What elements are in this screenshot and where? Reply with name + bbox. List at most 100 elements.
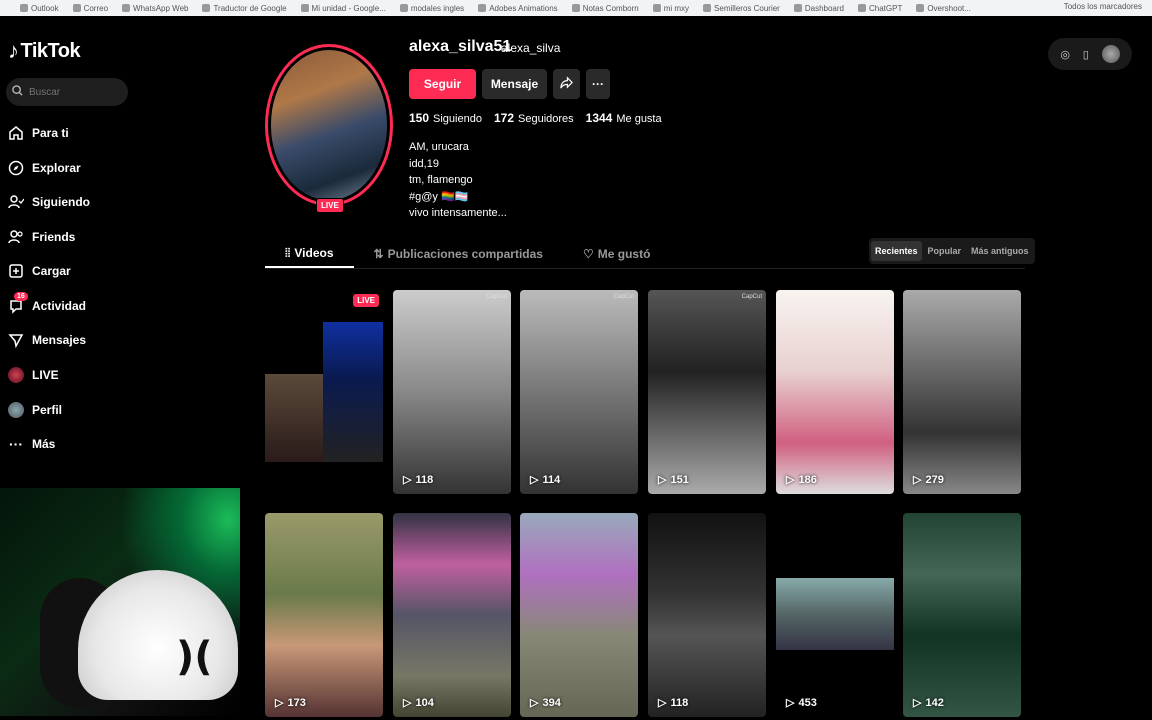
sidebar-item-live[interactable]: LIVE (8, 364, 59, 386)
capcut-watermark: CapCut (613, 294, 634, 300)
capcut-watermark: CapCut (741, 294, 762, 300)
sidebar-item-mas[interactable]: ··· Más (8, 433, 55, 455)
play-icon: ▷ (786, 697, 795, 709)
bookmark-item[interactable]: Outlook (20, 4, 59, 13)
video-card[interactable]: ▷ 142 (903, 513, 1021, 717)
following-icon (8, 194, 24, 210)
video-card[interactable]: CapCut ▷ 151 (648, 290, 766, 494)
friends-icon (8, 229, 24, 245)
tiktok-note-icon: ♪ (8, 38, 19, 63)
follow-button[interactable]: Seguir (409, 69, 476, 99)
profile-stats: 150 Siguiendo 172 Seguidores 1344 Me gusta (409, 111, 662, 125)
share-button[interactable] (553, 69, 580, 99)
sidebar-item-siguiendo[interactable]: Siguiendo (8, 191, 90, 213)
play-icon: ▷ (786, 474, 795, 486)
view-count: ▷ 151 (658, 473, 689, 487)
home-icon (8, 125, 24, 141)
tab-videos[interactable]: ⦙⦙ Videos (265, 240, 354, 268)
video-card[interactable]: ▷ 453 (776, 513, 894, 717)
likes-stat: 1344 Me gusta (585, 111, 662, 125)
bookmark-item[interactable]: WhatsApp Web (122, 4, 188, 13)
bio-line: AM, urucara (409, 141, 469, 153)
search-input[interactable] (29, 86, 119, 98)
profile-avatar-icon (8, 402, 24, 418)
bookmark-item[interactable]: Notas Comborn (571, 4, 639, 13)
view-count: ▷ 142 (913, 696, 944, 710)
video-card[interactable]: CapCut ▷ 114 (520, 290, 638, 494)
play-icon: ▷ (658, 697, 667, 709)
phone-icon[interactable]: ▯ (1083, 48, 1089, 61)
sidebar-item-friends[interactable]: Friends (8, 226, 75, 248)
video-card[interactable]: ▷ 186 (776, 290, 894, 494)
tabs-divider (265, 268, 1025, 269)
video-card[interactable]: CapCut ▷ 118 (393, 290, 511, 494)
bookmark-item[interactable]: mi mxy (652, 4, 689, 13)
sidebar-item-para-ti[interactable]: Para ti (8, 122, 69, 144)
play-icon: ▷ (403, 474, 412, 486)
play-icon: ▷ (275, 697, 284, 709)
view-count: ▷ 394 (530, 696, 561, 710)
video-card[interactable]: ▷ 279 (903, 290, 1021, 494)
bookmark-item[interactable]: modales ingles (399, 4, 464, 13)
bookmark-item[interactable]: Correo (72, 4, 108, 13)
video-card[interactable]: ▷ 104 (393, 513, 511, 717)
tab-reposts[interactable]: ⇅ Publicaciones compartidas (354, 240, 563, 268)
view-count: ▷ 118 (403, 473, 434, 487)
bookmark-item[interactable]: Adobes Animations (478, 4, 558, 13)
messages-icon (8, 332, 24, 348)
live-badge[interactable]: LIVE (316, 198, 344, 213)
play-icon: ▷ (403, 697, 412, 709)
bookmark-item[interactable]: Traductor de Google (202, 4, 287, 13)
sort-control: Recientes Popular Más antiguos (869, 238, 1035, 264)
video-card-live[interactable]: LIVE (265, 290, 383, 494)
bookmark-item[interactable]: Semilleros Courier (703, 4, 780, 13)
search-box[interactable] (6, 78, 128, 106)
tab-liked[interactable]: ♡ Me gustó (563, 240, 670, 268)
video-card[interactable]: ▷ 118 (648, 513, 766, 717)
followers-stat[interactable]: 172 Seguidores (494, 111, 574, 125)
bio-line: vivo intensamente... (409, 207, 507, 219)
sidebar-item-cargar[interactable]: Cargar (8, 260, 71, 282)
view-count: ▷ 173 (275, 696, 306, 710)
bookmark-item[interactable]: Dashboard (793, 4, 844, 13)
view-count: ▷ 114 (530, 473, 561, 487)
video-card[interactable]: ▷ 394 (520, 513, 638, 717)
bookmark-item[interactable]: ChatGPT (857, 4, 902, 13)
sidebar-item-perfil[interactable]: Perfil (8, 399, 62, 421)
bookmark-item[interactable]: Overshoot... (916, 4, 971, 13)
profile-nickname: alexa_silva (501, 41, 561, 55)
bio-line: #g@y 🏳️‍🌈🏳️‍⚧️ (409, 190, 469, 203)
sort-recent[interactable]: Recientes (871, 241, 922, 261)
sort-oldest[interactable]: Más antiguos (967, 241, 1033, 261)
coin-icon[interactable]: ◎ (1060, 48, 1070, 61)
activity-icon: 16 (8, 292, 28, 314)
profile-avatar[interactable] (265, 44, 393, 206)
sidebar-item-mensajes[interactable]: Mensajes (8, 329, 86, 351)
repost-icon: ⇅ (373, 247, 384, 261)
search-icon (12, 83, 23, 101)
sort-popular[interactable]: Popular (924, 241, 966, 261)
sidebar-item-explorar[interactable]: Explorar (8, 157, 81, 179)
webcam-overlay: )( (0, 488, 240, 716)
notification-badge: 16 (14, 292, 28, 301)
more-options-button[interactable]: ··· (586, 69, 610, 99)
bio-line: idd,19 (409, 157, 439, 170)
view-count: ▷ 453 (786, 696, 817, 710)
view-count: ▷ 279 (913, 473, 944, 487)
live-badge: LIVE (353, 294, 379, 307)
tiktok-logo[interactable]: ♪ TikTok (8, 38, 81, 64)
hurley-logo: )( (176, 634, 213, 680)
message-button[interactable]: Mensaje (482, 69, 547, 99)
more-horizontal-icon: ··· (592, 77, 604, 91)
play-icon: ▷ (658, 474, 667, 486)
following-stat[interactable]: 150 Siguiendo (409, 111, 482, 125)
grid-icon: ⦙⦙ (285, 245, 291, 260)
sidebar-item-actividad[interactable]: 16 Actividad (8, 292, 86, 317)
video-card[interactable]: ▷ 173 (265, 513, 383, 717)
play-icon: ▷ (530, 474, 539, 486)
bookmark-item[interactable]: Mi unidad - Google... (300, 4, 386, 13)
capcut-watermark: CapCut (486, 294, 507, 300)
user-avatar[interactable] (1101, 45, 1120, 63)
play-icon: ▷ (530, 697, 539, 709)
all-bookmarks-link[interactable]: Todos los marcadores (1064, 2, 1142, 11)
